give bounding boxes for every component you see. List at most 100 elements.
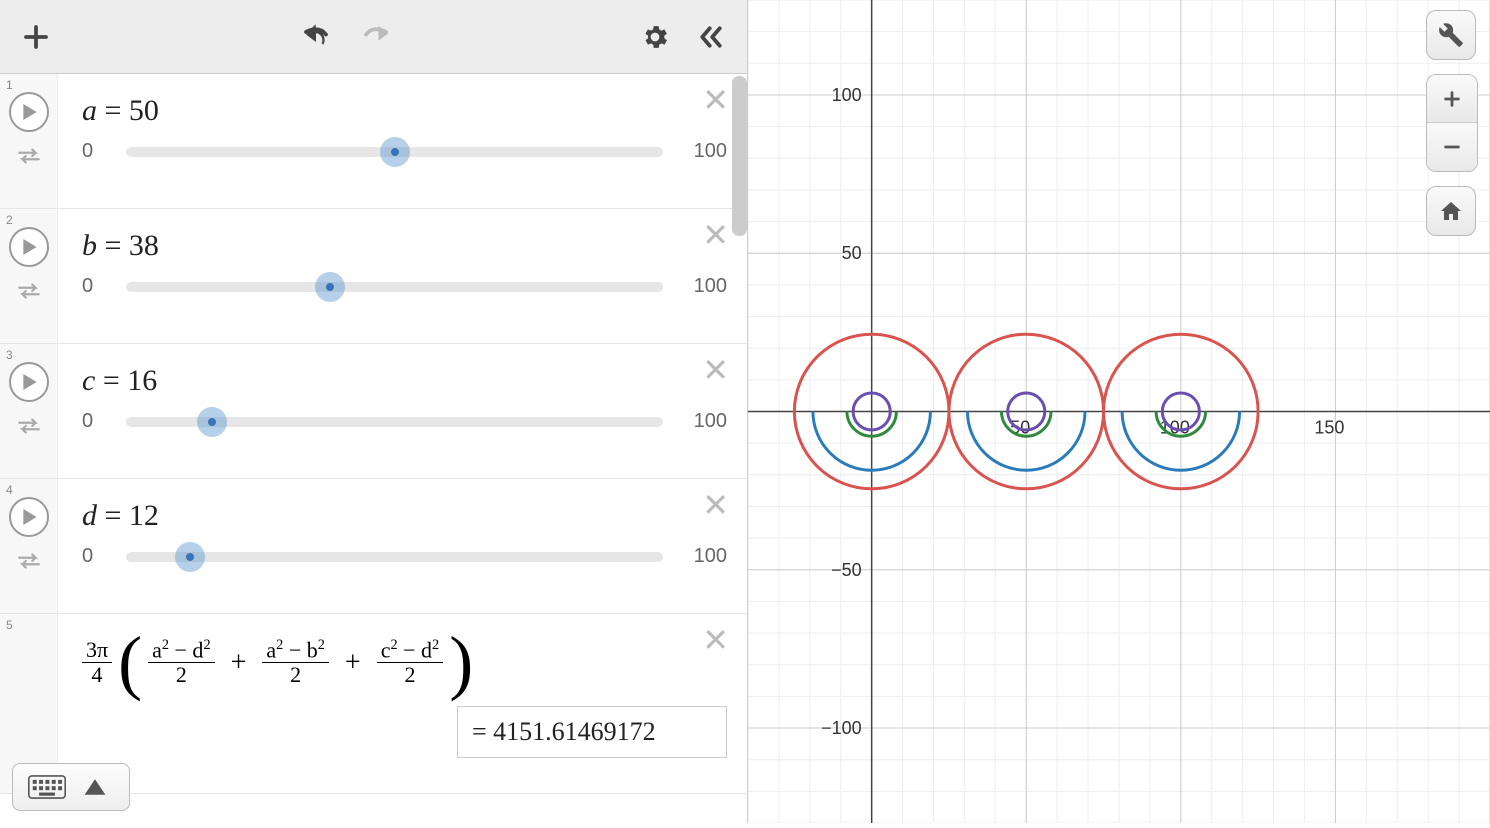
expression-row[interactable]: 2 ✕ b = 38 0 100 — [0, 209, 747, 344]
equals-sign: = — [95, 364, 127, 397]
delete-expression-button[interactable]: ✕ — [702, 624, 729, 656]
variable-name: b — [82, 229, 97, 262]
slider-track[interactable] — [126, 417, 663, 427]
slider-max[interactable]: 100 — [677, 410, 727, 433]
expression-content[interactable]: ✕ 3π 4 ( a2 − d2 2 + a2 − b2 2 + c2 − d2… — [58, 614, 747, 793]
formula-display[interactable]: 3π 4 ( a2 − d2 2 + a2 − b2 2 + c2 − d2 2… — [82, 634, 727, 692]
play-button[interactable] — [9, 227, 49, 267]
slider-track[interactable] — [126, 147, 663, 157]
result-value: = 4151.61469172 — [457, 706, 727, 758]
graph-controls — [1426, 10, 1478, 236]
graph-panel[interactable]: 50100150−100−5050100 — [748, 0, 1490, 823]
expression-content[interactable]: ✕ c = 16 0 100 — [58, 344, 747, 478]
play-button[interactable] — [9, 362, 49, 402]
formula-term: a2 − b2 2 — [262, 638, 329, 688]
variable-value: 12 — [129, 499, 159, 532]
redo-button[interactable] — [358, 19, 394, 55]
zoom-out-button[interactable] — [1427, 123, 1477, 171]
slider-thumb[interactable] — [175, 542, 205, 572]
expression-gutter: 3 — [0, 344, 58, 478]
slider-track[interactable] — [126, 552, 663, 562]
expression-formula[interactable]: c = 16 — [82, 364, 727, 398]
variable-value: 50 — [129, 94, 159, 127]
expression-row[interactable]: 1 ✕ a = 50 0 100 — [0, 74, 747, 209]
coefficient: 3π 4 — [82, 638, 112, 687]
svg-text:100: 100 — [832, 85, 862, 105]
graph-settings-button[interactable] — [1426, 10, 1476, 60]
slider-max[interactable]: 100 — [677, 275, 727, 298]
equals-sign: = — [97, 229, 129, 262]
expression-row[interactable]: 3 ✕ c = 16 0 100 — [0, 344, 747, 479]
slider[interactable]: 0 100 — [82, 275, 727, 298]
collapse-panel-button[interactable] — [693, 19, 729, 55]
home-button[interactable] — [1426, 186, 1476, 236]
slider[interactable]: 0 100 — [82, 410, 727, 433]
slider-thumb[interactable] — [380, 137, 410, 167]
loop-icon[interactable] — [16, 551, 42, 576]
row-index: 2 — [6, 213, 13, 227]
formula-term: c2 − d2 2 — [377, 638, 444, 688]
expression-gutter: 2 — [0, 209, 58, 343]
slider-min[interactable]: 0 — [82, 545, 112, 568]
slider-min[interactable]: 0 — [82, 275, 112, 298]
slider-thumb[interactable] — [197, 407, 227, 437]
keyboard-icon — [28, 774, 66, 800]
zoom-in-button[interactable] — [1427, 75, 1477, 123]
expression-row[interactable]: 4 ✕ d = 12 0 100 — [0, 479, 747, 614]
slider-max[interactable]: 100 — [677, 140, 727, 163]
toolbar — [0, 0, 747, 74]
row-index: 4 — [6, 483, 13, 497]
equals-sign: = — [97, 94, 129, 127]
delete-expression-button[interactable]: ✕ — [702, 84, 729, 116]
delete-expression-button[interactable]: ✕ — [702, 219, 729, 251]
undo-button[interactable] — [298, 19, 334, 55]
expression-content[interactable]: ✕ a = 50 0 100 — [58, 74, 747, 208]
add-expression-button[interactable] — [18, 19, 54, 55]
expression-formula[interactable]: b = 38 — [82, 229, 727, 263]
scrollbar[interactable] — [732, 76, 747, 236]
plus-sign: + — [335, 647, 371, 679]
plus-sign: + — [221, 647, 257, 679]
equals-sign: = — [97, 499, 129, 532]
loop-icon[interactable] — [16, 416, 42, 441]
variable-name: d — [82, 499, 97, 532]
slider[interactable]: 0 100 — [82, 545, 727, 568]
slider-track[interactable] — [126, 282, 663, 292]
expression-content[interactable]: ✕ b = 38 0 100 — [58, 209, 747, 343]
delete-expression-button[interactable]: ✕ — [702, 354, 729, 386]
svg-text:150: 150 — [1314, 418, 1344, 438]
slider-max[interactable]: 100 — [677, 545, 727, 568]
formula-term: a2 − d2 2 — [148, 638, 215, 688]
expression-list[interactable]: 1 ✕ a = 50 0 100 2 — [0, 74, 747, 823]
settings-button[interactable] — [637, 19, 673, 55]
delete-expression-button[interactable]: ✕ — [702, 489, 729, 521]
slider[interactable]: 0 100 — [82, 140, 727, 163]
expression-formula[interactable]: a = 50 — [82, 94, 727, 128]
expression-content[interactable]: ✕ d = 12 0 100 — [58, 479, 747, 613]
slider-min[interactable]: 0 — [82, 140, 112, 163]
variable-value: 16 — [127, 364, 157, 397]
expression-panel: 1 ✕ a = 50 0 100 2 — [0, 0, 748, 823]
svg-text:−50: −50 — [831, 560, 862, 580]
close-paren: ) — [449, 634, 473, 692]
variable-name: a — [82, 94, 97, 127]
slider-thumb[interactable] — [315, 272, 345, 302]
expression-gutter: 1 — [0, 74, 58, 208]
open-paren: ( — [118, 634, 142, 692]
row-index: 5 — [6, 618, 13, 632]
graph-canvas[interactable]: 50100150−100−5050100 — [748, 0, 1490, 823]
variable-value: 38 — [129, 229, 159, 262]
play-button[interactable] — [9, 92, 49, 132]
row-index: 1 — [6, 78, 13, 92]
loop-icon[interactable] — [16, 146, 42, 171]
play-button[interactable] — [9, 497, 49, 537]
expression-gutter: 4 — [0, 479, 58, 613]
slider-min[interactable]: 0 — [82, 410, 112, 433]
svg-text:−100: −100 — [821, 718, 862, 738]
keypad-toggle-button[interactable] — [12, 763, 130, 811]
svg-text:50: 50 — [842, 243, 862, 263]
variable-name: c — [82, 364, 95, 397]
expression-formula[interactable]: d = 12 — [82, 499, 727, 533]
loop-icon[interactable] — [16, 281, 42, 306]
chevron-up-icon — [76, 774, 114, 800]
